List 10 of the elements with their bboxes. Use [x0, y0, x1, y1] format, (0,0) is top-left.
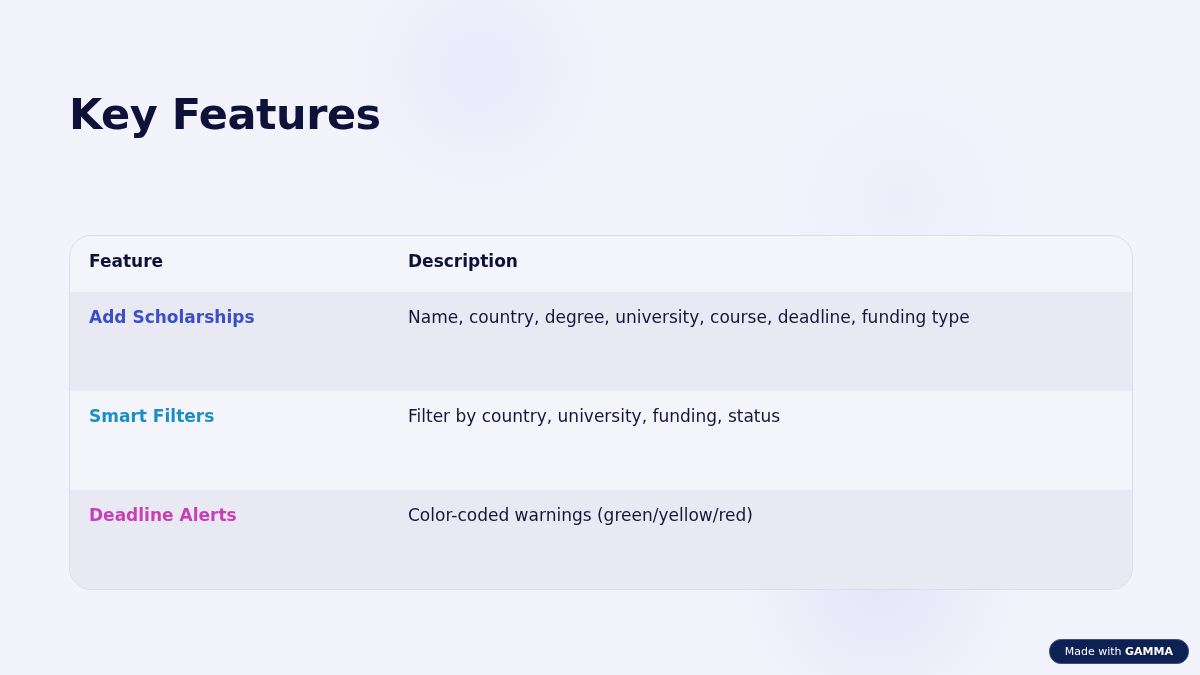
column-header: Feature — [89, 250, 165, 272]
feature-name: Add Scholarships — [89, 306, 256, 328]
feature-description: Filter by country, university, funding, status — [408, 405, 782, 427]
feature-name: Smart Filters — [89, 405, 216, 427]
column-header: Description — [408, 250, 519, 272]
feature-name: Deadline Alerts — [89, 504, 238, 526]
made-with-badge[interactable]: Made with GAMMA — [1048, 639, 1189, 664]
feature-description: Color-coded warnings (green/yellow/red) — [408, 504, 754, 526]
slide-title: Key Features — [69, 88, 382, 141]
feature-description: Name, country, degree, university, course, deadline, funding type — [408, 306, 971, 328]
